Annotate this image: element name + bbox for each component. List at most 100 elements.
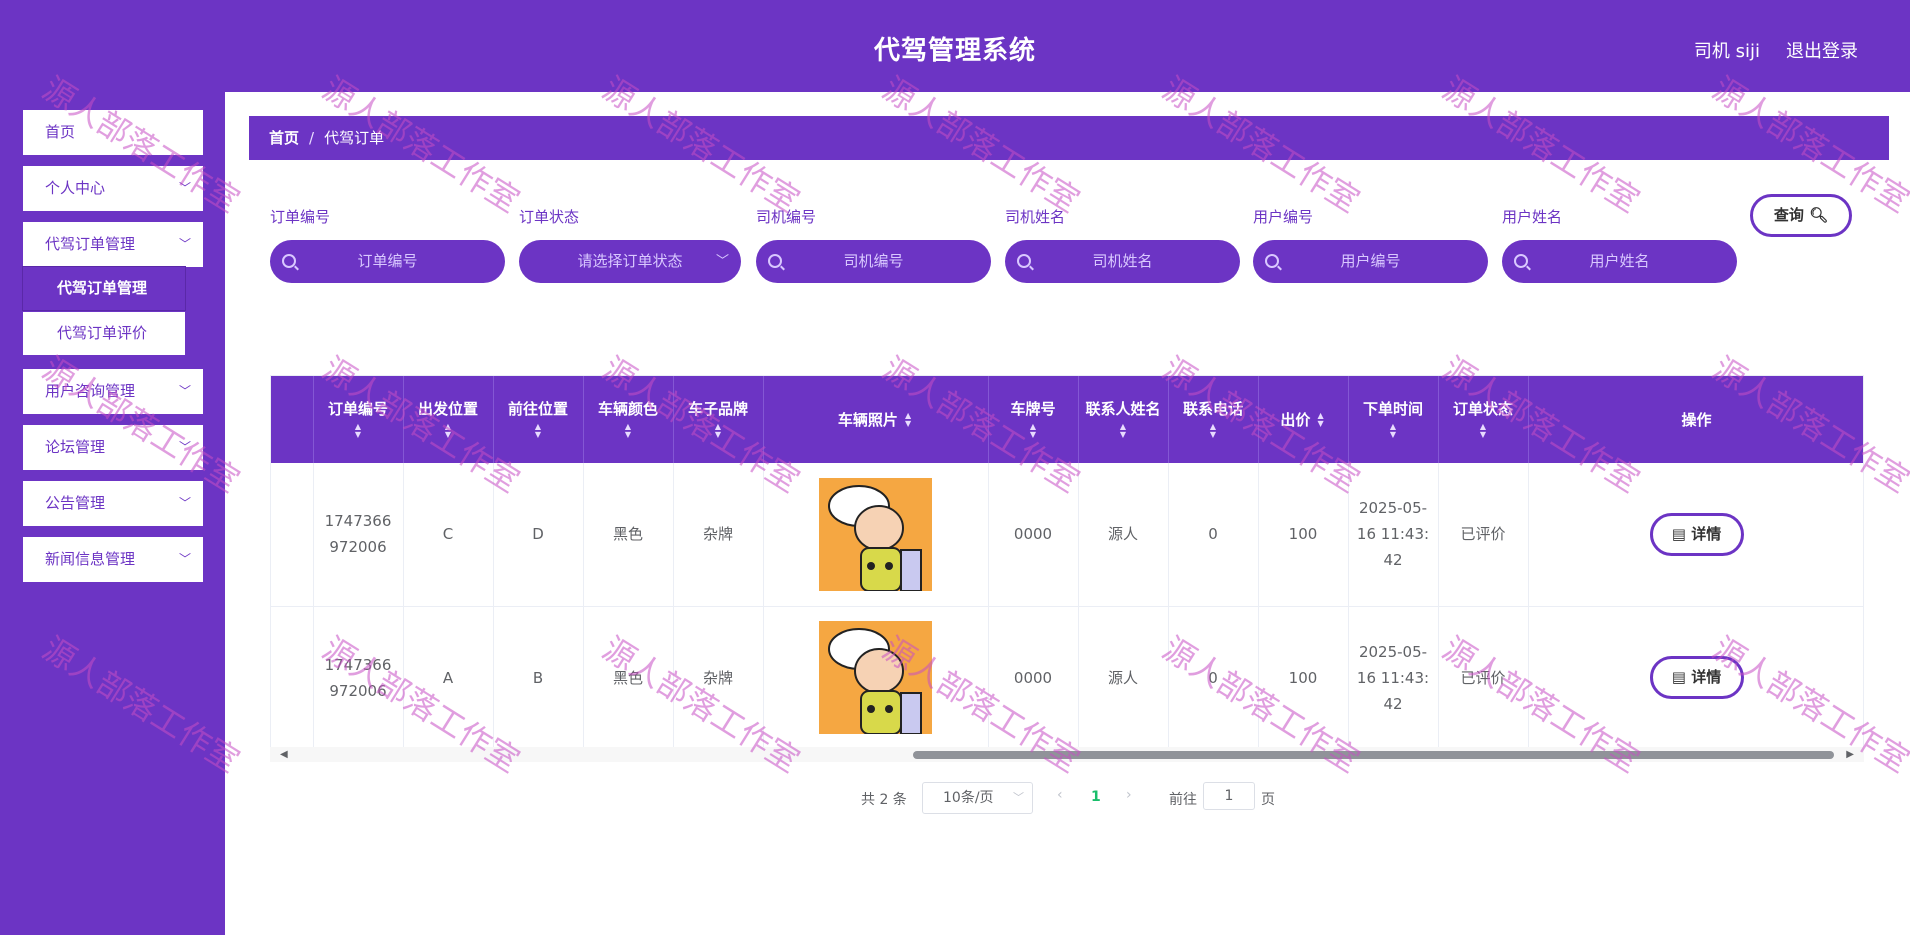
cell-brand: 杂牌	[673, 606, 764, 750]
user-name-placeholder: 用户姓名	[1589, 252, 1650, 270]
sidebar-item-consultation[interactable]: 用户咨询管理 ﹀	[23, 369, 203, 414]
user-name-input[interactable]: 用户姓名	[1502, 240, 1737, 283]
column-header-to[interactable]: 前往位置 ▲ ▼	[493, 376, 584, 463]
cell-price: 100	[1258, 606, 1349, 750]
column-header-status[interactable]: 订单状态 ▲ ▼	[1438, 376, 1529, 463]
column-header-contact[interactable]: 联系人姓名 ▲ ▼	[1078, 376, 1169, 463]
logout-link[interactable]: 退出登录	[1786, 37, 1858, 63]
sort-icon[interactable]: ▲ ▼	[1316, 412, 1326, 428]
cell-from: C	[403, 463, 494, 607]
detail-button-label: 详情	[1691, 668, 1722, 686]
sort-icon[interactable]: ▲ ▼	[713, 423, 723, 439]
sort-icon[interactable]: ▲ ▼	[903, 412, 913, 428]
driver-name-input[interactable]: 司机姓名	[1005, 240, 1240, 283]
column-header-select	[271, 376, 314, 463]
cell-action: ▤ 详情	[1528, 463, 1863, 607]
cell-time: 2025-05-16 11:43:42	[1348, 606, 1439, 750]
next-page-button[interactable]: ›	[1126, 787, 1132, 803]
page-size-value: 10条/页	[943, 790, 994, 806]
chevron-down-icon: ﹀	[178, 552, 191, 566]
cell-photo	[763, 463, 989, 607]
cell-price: 100	[1258, 463, 1349, 607]
column-header-brand[interactable]: 车子品牌 ▲ ▼	[673, 376, 764, 463]
column-header-color[interactable]: 车辆颜色 ▲ ▼	[583, 376, 674, 463]
orders-table: 订单编号 ▲ ▼ 出发位置 ▲ ▼ 前往位置 ▲ ▼ 车辆颜色 ▲ ▼ 车子品牌 ▲ ▼ 车辆照片 …	[270, 375, 1864, 760]
order-status-label: 订单状态	[519, 208, 580, 226]
page-size-select[interactable]: 10条/页 ﹀	[922, 782, 1033, 814]
detail-button-label: 详情	[1691, 524, 1722, 543]
breadcrumb-home[interactable]: 首页	[269, 129, 299, 147]
order-status-select[interactable]: 请选择订单状态 ﹀	[519, 240, 741, 283]
driver-no-input[interactable]: 司机编号	[756, 240, 991, 283]
top-bar: 代驾管理系统 司机 siji 退出登录	[0, 0, 1910, 92]
scroll-left-icon[interactable]: ◀	[280, 749, 288, 760]
sort-icon[interactable]: ▲ ▼	[1388, 423, 1398, 439]
row-select-cell	[271, 606, 314, 750]
column-header-plate[interactable]: 车牌号 ▲ ▼	[988, 376, 1079, 463]
pagination-total: 共 2 条	[861, 792, 907, 808]
chevron-down-icon: ﹀	[178, 181, 191, 195]
goto-page-input[interactable]: 1	[1203, 782, 1255, 810]
cell-contact: 源人	[1078, 463, 1169, 607]
column-header-label: 出价	[1280, 410, 1311, 429]
app-title: 代驾管理系统	[873, 36, 1036, 66]
column-header-label: 操作	[1681, 410, 1712, 429]
cell-phone: 0	[1168, 463, 1259, 607]
scroll-right-icon[interactable]: ▶	[1846, 749, 1854, 760]
sort-icon[interactable]: ▲ ▼	[353, 423, 363, 439]
row-select-cell	[271, 463, 314, 607]
detail-button[interactable]: ▤ 详情	[1649, 512, 1744, 556]
submenu-item-order-management[interactable]: 代驾订单管理	[23, 267, 185, 310]
sort-icon[interactable]: ▲ ▼	[443, 423, 453, 439]
user-name-label: 用户姓名	[1502, 208, 1563, 226]
cell-status: 已评价	[1438, 463, 1529, 607]
chevron-down-icon: ﹀	[178, 496, 191, 510]
user-no-placeholder: 用户编号	[1340, 252, 1401, 270]
sort-icon[interactable]: ▲ ▼	[533, 423, 543, 439]
breadcrumb: 首页 / 代驾订单	[249, 116, 1889, 160]
cell-action: ▤ 详情	[1528, 606, 1863, 750]
column-header-from[interactable]: 出发位置 ▲ ▼	[403, 376, 494, 463]
document-icon: ▤	[1671, 524, 1686, 543]
chevron-down-icon: ﹀	[178, 440, 191, 454]
sidebar: 首页 个人中心 ﹀ 代驾订单管理 ﹀ 代驾订单管理 代驾订单评价 用户咨询管理 ﹀ 论…	[0, 92, 225, 935]
horizontal-scrollbar[interactable]: ◀ ▶	[270, 747, 1864, 762]
sidebar-item-personal-center[interactable]: 个人中心 ﹀	[23, 166, 203, 211]
cell-from: A	[403, 606, 494, 750]
sidebar-item-forum[interactable]: 论坛管理 ﹀	[23, 425, 203, 470]
sidebar-item-announcement[interactable]: 公告管理 ﹀	[23, 481, 203, 526]
column-header-phone[interactable]: 联系电话 ▲ ▼	[1168, 376, 1259, 463]
sidebar-item-label: 论坛管理	[45, 438, 106, 456]
sort-icon[interactable]: ▲ ▼	[1478, 423, 1488, 439]
chevron-down-icon: ﹀	[715, 254, 729, 269]
sort-icon[interactable]: ▲ ▼	[623, 423, 633, 439]
vehicle-photo[interactable]	[819, 477, 932, 591]
column-header-order-no[interactable]: 订单编号 ▲ ▼	[313, 376, 404, 463]
cell-color: 黑色	[583, 463, 674, 607]
prev-page-button[interactable]: ‹	[1057, 787, 1063, 803]
column-header-time[interactable]: 下单时间 ▲ ▼	[1348, 376, 1439, 463]
sidebar-item-label: 公告管理	[45, 494, 106, 512]
driver-name-label: 司机姓名	[1005, 208, 1066, 226]
column-header-label: 前往位置	[507, 399, 568, 418]
submenu-item-order-review[interactable]: 代驾订单评价	[23, 312, 185, 355]
cell-contact: 源人	[1078, 606, 1169, 750]
page-number[interactable]: 1	[1091, 789, 1101, 805]
sort-icon[interactable]: ▲ ▼	[1028, 423, 1038, 439]
document-icon: ▤	[1671, 668, 1686, 686]
user-no-input[interactable]: 用户编号	[1253, 240, 1488, 283]
cell-to: D	[493, 463, 584, 607]
sort-icon[interactable]: ▲ ▼	[1118, 423, 1128, 439]
sidebar-item-order-management[interactable]: 代驾订单管理 ﹀	[23, 222, 203, 267]
column-header-photo[interactable]: 车辆照片 ▲ ▼	[763, 376, 989, 463]
detail-button[interactable]: ▤ 详情	[1649, 656, 1744, 699]
sort-icon[interactable]: ▲ ▼	[1208, 423, 1218, 439]
sidebar-item-news[interactable]: 新闻信息管理 ﹀	[23, 537, 203, 582]
sidebar-item-home[interactable]: 首页	[23, 110, 203, 155]
order-no-input[interactable]: 订单编号	[270, 240, 505, 283]
vehicle-photo[interactable]	[819, 621, 932, 734]
query-button[interactable]: 查询 🔍︎	[1750, 194, 1852, 237]
column-header-price[interactable]: 出价 ▲ ▼	[1258, 376, 1349, 463]
order-no-label: 订单编号	[270, 208, 331, 226]
scrollbar-thumb[interactable]	[913, 751, 1834, 759]
